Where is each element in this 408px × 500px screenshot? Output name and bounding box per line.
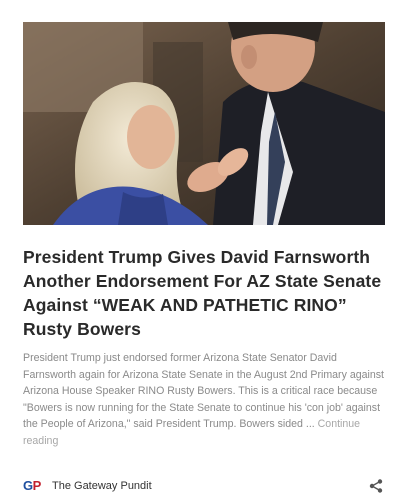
gateway-pundit-logo[interactable]: GP (23, 478, 41, 493)
article-photo[interactable] (23, 22, 385, 225)
logo-letter-p: P (32, 478, 42, 493)
logo-letter-g: G (23, 478, 33, 493)
article-headline[interactable]: President Trump Gives David Farnsworth A… (23, 245, 385, 341)
share-icon[interactable] (369, 479, 383, 493)
source-name[interactable]: The Gateway Pundit (52, 480, 152, 492)
photo-illustration (23, 22, 385, 225)
article-excerpt: President Trump just endorsed former Ari… (23, 350, 385, 449)
article-footer: GP The Gateway Pundit (23, 477, 385, 497)
article-card[interactable]: President Trump Gives David Farnsworth A… (0, 0, 408, 500)
